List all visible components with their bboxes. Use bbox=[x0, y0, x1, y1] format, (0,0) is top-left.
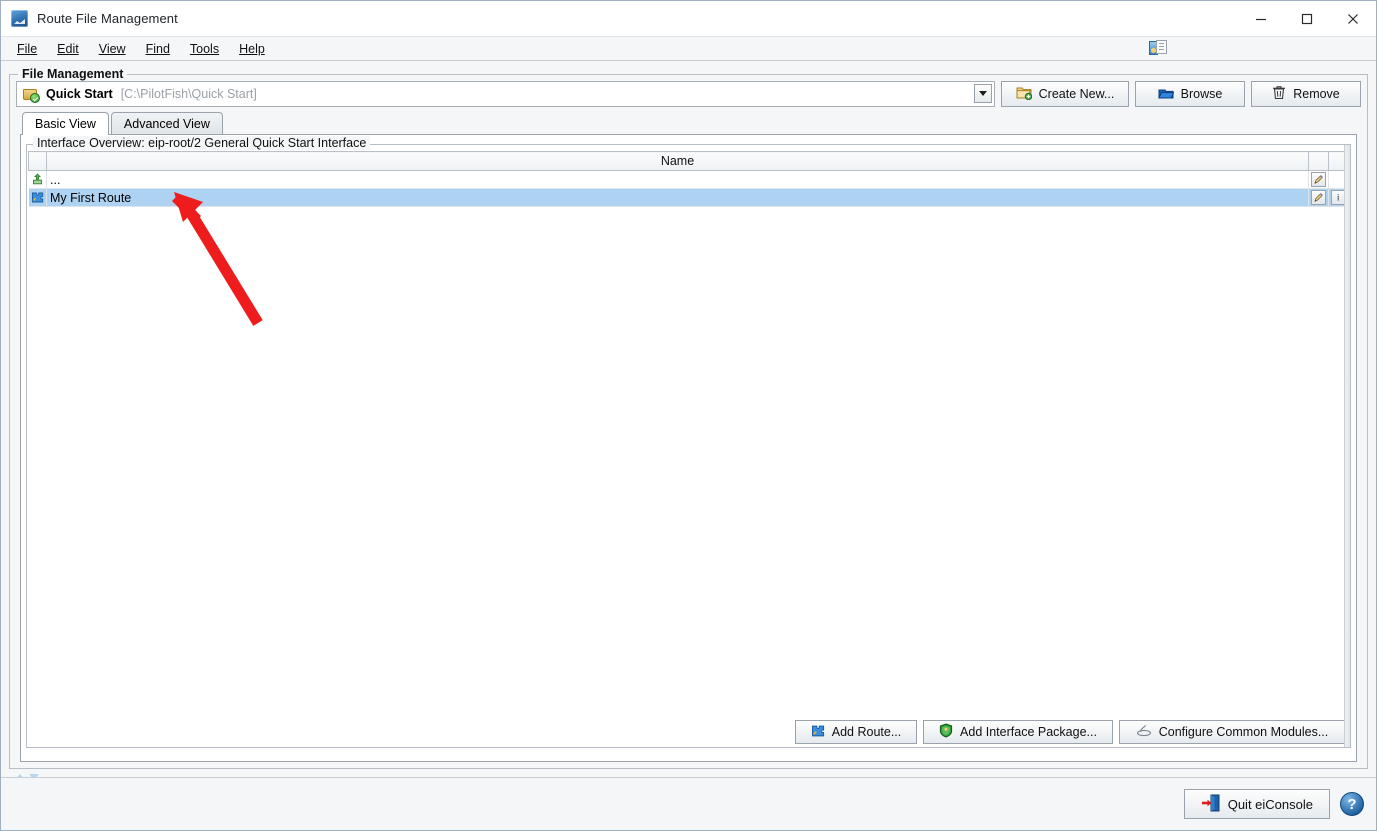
add-interface-package-button[interactable]: Add Interface Package... bbox=[923, 720, 1113, 744]
edit-icon[interactable] bbox=[1311, 171, 1326, 187]
edit-icon[interactable] bbox=[1311, 189, 1326, 205]
puzzle-route-icon bbox=[31, 191, 44, 204]
trash-icon bbox=[1272, 85, 1286, 103]
browse-folder-icon bbox=[1157, 86, 1175, 103]
column-header-edit[interactable] bbox=[1308, 151, 1329, 171]
shield-icon bbox=[939, 723, 953, 741]
browse-button[interactable]: Browse bbox=[1135, 81, 1245, 107]
project-combo[interactable]: Quick Start [C:\PilotFish\Quick Start] bbox=[16, 81, 995, 107]
folder-add-icon bbox=[1016, 85, 1032, 103]
menu-edit[interactable]: Edit bbox=[47, 40, 89, 58]
file-management-group: File Management Quick Start [C:\PilotFis… bbox=[9, 67, 1368, 769]
row-icon-cell bbox=[28, 188, 47, 207]
row-edit-cell[interactable] bbox=[1308, 188, 1329, 207]
menu-tools-label: Tools bbox=[189, 41, 220, 56]
maximize-button[interactable] bbox=[1284, 1, 1330, 36]
table-header-row: Name bbox=[28, 151, 1349, 171]
file-management-title: File Management bbox=[18, 67, 128, 81]
row-icon-cell bbox=[28, 170, 47, 189]
tab-basic-view-label: Basic View bbox=[35, 117, 96, 131]
main-content: File Management Quick Start [C:\PilotFis… bbox=[1, 61, 1376, 830]
interface-overview-inner: Interface Overview: eip-root/2 General Q… bbox=[26, 136, 1351, 748]
app-icon bbox=[11, 10, 28, 27]
route-icon bbox=[811, 724, 825, 741]
window-switch-icon[interactable] bbox=[1149, 40, 1167, 56]
menu-view-label: View bbox=[98, 41, 126, 56]
overview-right-rail[interactable] bbox=[1344, 145, 1350, 747]
add-route-label: Add Route... bbox=[831, 725, 902, 739]
routes-table-body: ... My First Route i i bbox=[28, 170, 1349, 207]
menu-bar: File Edit View Find Tools Help bbox=[1, 37, 1376, 61]
routes-table-head: Name bbox=[28, 151, 1349, 171]
menu-help[interactable]: Help bbox=[229, 40, 275, 58]
close-button[interactable] bbox=[1330, 1, 1376, 36]
project-folder-ok-icon bbox=[23, 86, 40, 103]
column-header-icon[interactable] bbox=[28, 151, 47, 171]
view-tabs: Basic View Advanced View bbox=[16, 111, 1361, 135]
create-new-button[interactable]: Create New... bbox=[1001, 81, 1129, 107]
minimize-button[interactable] bbox=[1238, 1, 1284, 36]
modules-icon bbox=[1136, 724, 1152, 740]
quit-eiconsole-label: Quit eiConsole bbox=[1227, 796, 1313, 812]
quit-eiconsole-button[interactable]: Quit eiConsole bbox=[1183, 789, 1330, 819]
tab-basic-view[interactable]: Basic View bbox=[22, 112, 109, 135]
remove-button[interactable]: Remove bbox=[1251, 81, 1361, 107]
interface-overview-panel: Interface Overview: eip-root/2 General Q… bbox=[20, 134, 1357, 762]
help-glyph: ? bbox=[1347, 795, 1357, 813]
row-name-cell: My First Route bbox=[46, 188, 1309, 207]
chevron-down-icon[interactable] bbox=[974, 84, 992, 103]
overview-action-buttons: Add Route... Add Interface Package... Co… bbox=[795, 720, 1345, 744]
add-route-button[interactable]: Add Route... bbox=[795, 720, 917, 744]
window-title: Route File Management bbox=[37, 11, 178, 26]
menu-file[interactable]: File bbox=[7, 40, 47, 58]
menu-tools[interactable]: Tools bbox=[180, 40, 229, 58]
footer-bar: Quit eiConsole ? bbox=[1, 777, 1376, 830]
menu-find-label: Find bbox=[145, 41, 170, 56]
configure-common-modules-label: Configure Common Modules... bbox=[1158, 725, 1329, 739]
column-header-name[interactable]: Name bbox=[46, 151, 1309, 171]
interface-overview-title: Interface Overview: eip-root/2 General Q… bbox=[33, 136, 371, 150]
menu-find[interactable]: Find bbox=[136, 40, 180, 58]
exit-door-icon bbox=[1201, 794, 1221, 815]
project-name: Quick Start bbox=[46, 87, 113, 101]
configure-common-modules-button[interactable]: Configure Common Modules... bbox=[1119, 720, 1345, 744]
tab-advanced-view[interactable]: Advanced View bbox=[110, 112, 223, 135]
tab-advanced-view-label: Advanced View bbox=[123, 117, 210, 131]
create-new-label: Create New... bbox=[1038, 87, 1115, 101]
remove-label: Remove bbox=[1293, 87, 1340, 101]
puzzle-up-icon bbox=[31, 172, 44, 186]
table-row[interactable]: My First Route i i bbox=[28, 188, 1349, 207]
add-interface-package-label: Add Interface Package... bbox=[960, 725, 1097, 739]
menu-view[interactable]: View bbox=[89, 40, 136, 58]
table-row[interactable]: ... bbox=[28, 170, 1349, 189]
help-icon[interactable]: ? bbox=[1340, 792, 1364, 816]
routes-table-wrapper: Name ... My First Route i i bbox=[28, 151, 1349, 719]
menu-edit-label: Edit bbox=[57, 41, 79, 56]
row-name-cell: ... bbox=[46, 170, 1309, 189]
project-path: [C:\PilotFish\Quick Start] bbox=[120, 87, 257, 101]
project-selector-row: Quick Start [C:\PilotFish\Quick Start] C… bbox=[16, 81, 1361, 107]
title-bar: Route File Management bbox=[1, 1, 1376, 37]
application-window: Route File Management File Edit View Fin… bbox=[0, 0, 1377, 831]
routes-table: Name ... My First Route i i bbox=[28, 151, 1349, 207]
browse-label: Browse bbox=[1180, 87, 1223, 101]
menu-help-label: Help bbox=[239, 41, 265, 56]
window-controls bbox=[1238, 1, 1376, 36]
menu-file-label: File bbox=[17, 41, 38, 56]
row-edit-cell[interactable] bbox=[1308, 170, 1329, 189]
